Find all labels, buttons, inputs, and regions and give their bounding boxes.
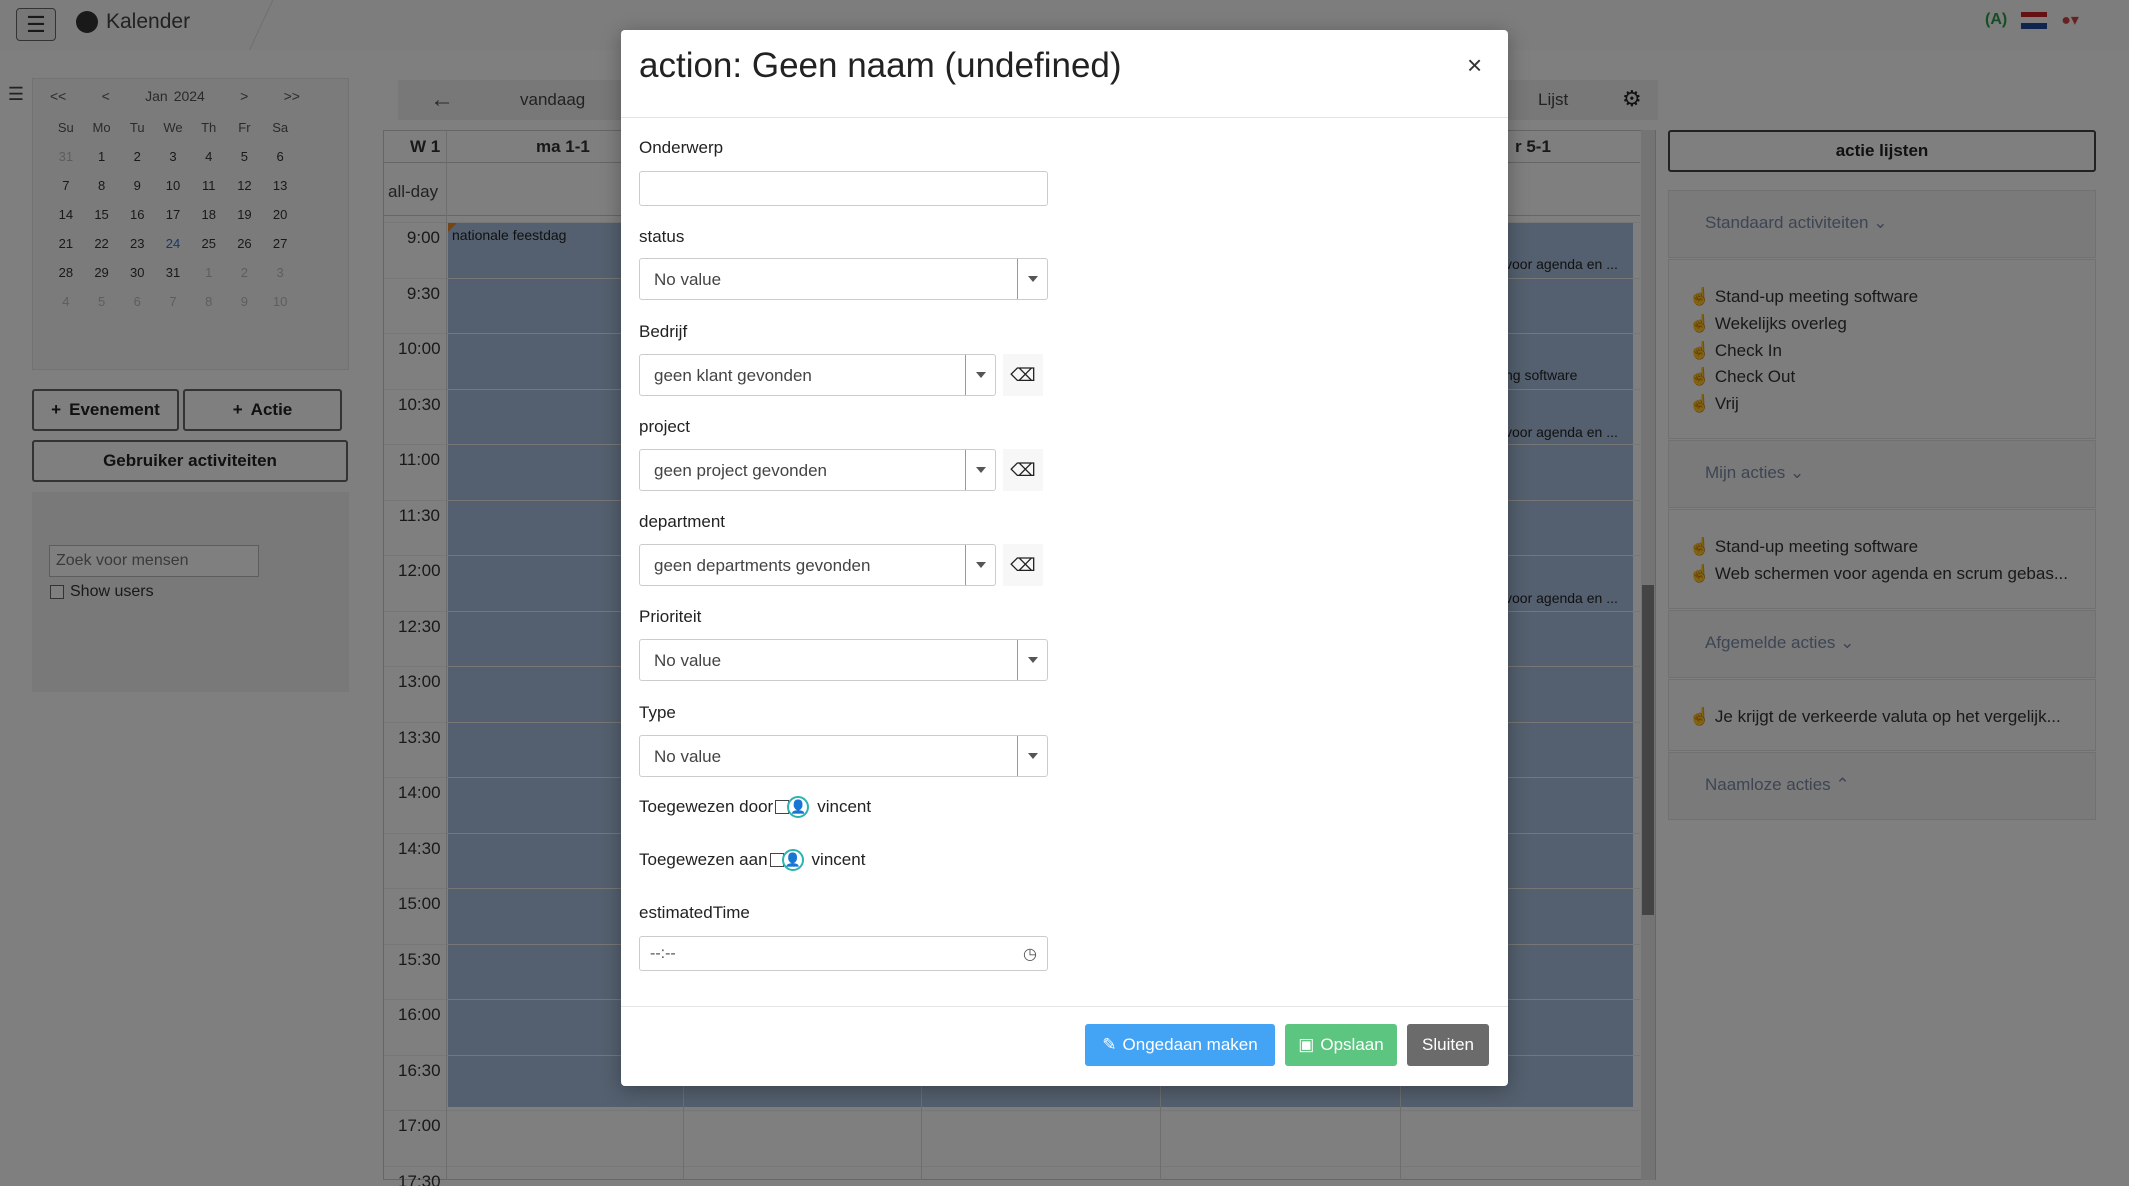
company-select[interactable]: geen klant gevonden — [639, 354, 996, 396]
assigned-to-row: Toegewezen aan 👤 vincent — [639, 849, 866, 871]
type-label: Type — [639, 703, 676, 722]
chevron-down-icon[interactable] — [1017, 640, 1047, 680]
save-button[interactable]: ▣ Opslaan — [1285, 1024, 1397, 1066]
close-button[interactable]: Sluiten — [1407, 1024, 1489, 1066]
clock-icon[interactable]: ◷ — [1023, 944, 1037, 964]
close-icon[interactable]: × — [1467, 50, 1482, 81]
department-select[interactable]: geen departments gevonden — [639, 544, 996, 586]
user-icon: 👤 — [787, 796, 810, 818]
modal-title: action: Geen naam (undefined) — [639, 46, 1122, 85]
modal-footer-divider — [621, 1006, 1508, 1007]
chevron-down-icon[interactable] — [965, 450, 995, 490]
estimated-time-label: estimatedTime — [639, 903, 750, 922]
project-select[interactable]: geen project gevonden — [639, 449, 996, 491]
pencil-icon: ✎ — [1102, 1035, 1117, 1054]
chevron-down-icon[interactable] — [965, 355, 995, 395]
eraser-icon[interactable]: ⌫ — [1003, 544, 1043, 586]
subject-label: Onderwerp — [639, 138, 724, 157]
subject-input[interactable] — [639, 171, 1048, 206]
undo-button[interactable]: ✎ Ongedaan maken — [1085, 1024, 1275, 1066]
assigned-to-user: vincent — [811, 850, 866, 869]
action-modal: action: Geen naam (undefined) × Onderwer… — [621, 30, 1508, 1086]
floppy-disk-icon: ▣ — [1298, 1035, 1315, 1054]
priority-select[interactable]: No value — [639, 639, 1048, 681]
department-label: department — [639, 512, 725, 531]
estimated-time-input[interactable]: --:-- ◷ — [639, 936, 1048, 971]
chevron-down-icon[interactable] — [965, 545, 995, 585]
assigned-by-row: Toegewezen door 👤 vincent — [639, 796, 872, 818]
assigned-by-user: vincent — [817, 797, 872, 816]
eraser-icon[interactable]: ⌫ — [1003, 354, 1043, 396]
chevron-down-icon[interactable] — [1017, 259, 1047, 299]
chevron-down-icon[interactable] — [1017, 736, 1047, 776]
modal-divider — [621, 117, 1508, 118]
status-select[interactable]: No value — [639, 258, 1048, 300]
eraser-icon[interactable]: ⌫ — [1003, 449, 1043, 491]
type-select[interactable]: No value — [639, 735, 1048, 777]
status-label: status — [639, 227, 685, 246]
company-label: Bedrijf — [639, 322, 688, 341]
priority-label: Prioriteit — [639, 607, 702, 626]
project-label: project — [639, 417, 691, 436]
user-icon: 👤 — [781, 849, 804, 871]
